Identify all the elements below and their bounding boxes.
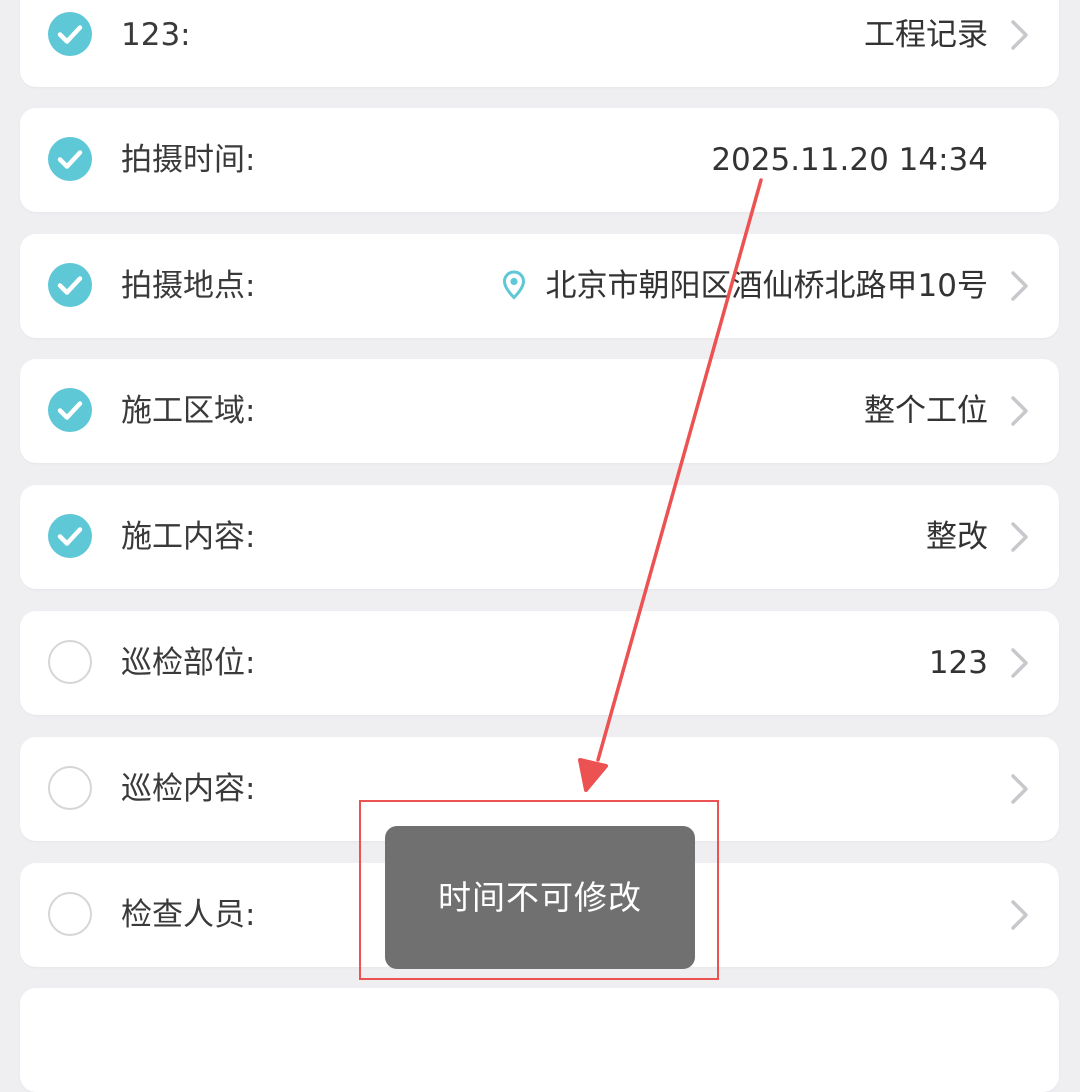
checkbox-checked-icon[interactable] [48,137,92,181]
row-value-location: 北京市朝阳区酒仙桥北路甲10号 [502,234,988,338]
checkbox-checked-icon[interactable] [48,12,92,56]
row-label: 拍摄时间: [121,142,256,178]
row-label: 拍摄地点: [121,268,256,304]
chevron-right-icon [1011,396,1028,426]
annotation-highlight-box [359,800,719,980]
row-value: 整个工位 [864,393,988,429]
row-label: 施工内容: [121,519,256,555]
chevron-right-icon [1011,900,1028,930]
checkbox-checked-icon[interactable] [48,263,92,307]
row-label: 施工区域: [121,393,256,429]
form-row-inspection-part[interactable]: 巡检部位: 123 [20,611,1059,715]
form-row-shoot-location[interactable]: 拍摄地点: 北京市朝阳区酒仙桥北路甲10号 [20,234,1059,338]
location-pin-icon [502,269,525,300]
checkbox-checked-icon[interactable] [48,388,92,432]
form-row-shoot-time[interactable]: 拍摄时间: 2025.11.20 14:34 [20,108,1059,212]
checkbox-checked-icon[interactable] [48,514,92,558]
row-value: 工程记录 [864,17,988,53]
form-row-construction-content[interactable]: 施工内容: 整改 [20,485,1059,589]
row-label: 巡检部位: [121,645,256,681]
chevron-right-icon [1011,648,1028,678]
shoot-time-value: 2025.11.20 14:34 [711,142,988,178]
row-value: 整改 [926,519,988,555]
form-row-construction-area[interactable]: 施工区域: 整个工位 [20,359,1059,463]
row-label: 检查人员: [121,897,256,933]
row-label: 巡检内容: [121,771,256,807]
chevron-right-icon [1011,20,1028,50]
checkbox-unchecked-icon[interactable] [48,892,92,936]
location-text: 北京市朝阳区酒仙桥北路甲10号 [545,268,988,304]
checkbox-unchecked-icon[interactable] [48,640,92,684]
row-value: 123 [928,645,988,681]
chevron-right-icon [1011,271,1028,301]
form-row-next[interactable] [20,988,1059,1092]
checkbox-unchecked-icon[interactable] [48,766,92,810]
chevron-right-icon [1011,522,1028,552]
row-label: 123: [121,17,191,53]
chevron-right-icon [1011,774,1028,804]
form-row-project[interactable]: 123: 工程记录 [20,0,1059,87]
